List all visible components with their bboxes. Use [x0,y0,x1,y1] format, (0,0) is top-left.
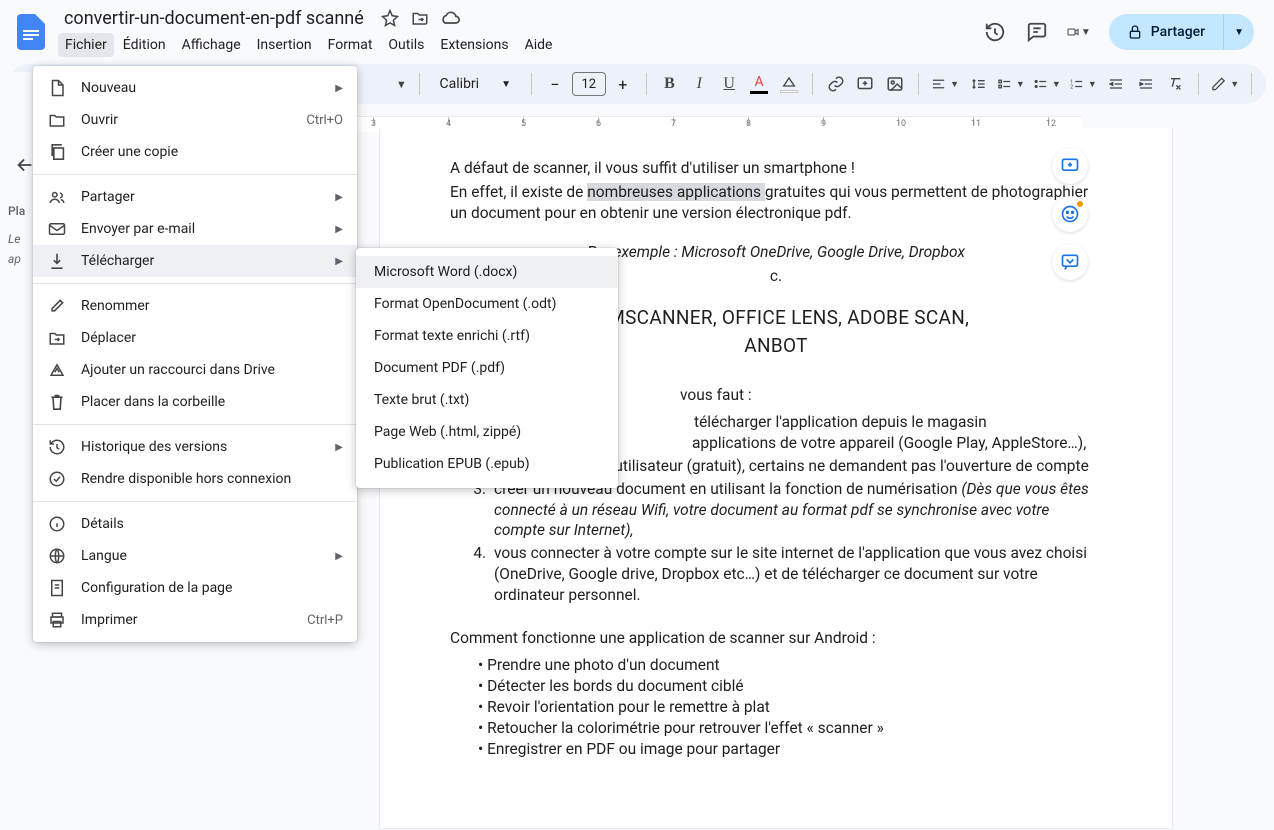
emoji-reaction-button[interactable] [1052,196,1088,232]
move-icon[interactable] [410,8,430,28]
info-icon [47,514,67,534]
file-language[interactable]: Langue▶ [33,540,357,572]
menu-extensions[interactable]: Extensions [433,33,515,57]
bold-icon[interactable]: B [659,70,681,98]
file-copy[interactable]: Créer une copie [33,136,357,168]
file-offline[interactable]: Rendre disponible hors connexion [33,463,357,495]
download-docx[interactable]: Microsoft Word (.docx) [356,256,618,288]
file-page-setup[interactable]: Configuration de la page [33,572,357,604]
meet-icon[interactable]: ▼ [1067,20,1091,44]
download-submenu: Microsoft Word (.docx) Format OpenDocume… [356,248,618,488]
add-comment-button[interactable] [1052,148,1088,184]
file-menu-dropdown: Nouveau▶ OuvrirCtrl+O Créer une copie Pa… [33,66,357,642]
heading-android[interactable]: Comment fonctionne une application de sc… [450,628,1102,649]
header-actions: ▼ Partager ▼ [983,14,1254,50]
people-icon [47,187,67,207]
download-txt[interactable]: Texte brut (.txt) [356,384,618,416]
mail-icon [47,219,67,239]
file-move[interactable]: Déplacer [33,322,357,354]
download-pdf[interactable]: Document PDF (.pdf) [356,352,618,384]
folder-move-icon [47,328,67,348]
file-icon [47,78,67,98]
svg-text:2: 2 [1070,84,1073,90]
menu-aide[interactable]: Aide [518,33,560,57]
folder-icon [47,110,67,130]
menu-format[interactable]: Format [321,33,380,57]
title-bar: convertir-un-document-en-pdf scanné Fich… [0,0,1274,64]
menu-edition[interactable]: Édition [116,33,173,57]
font-size-decrease[interactable]: − [544,73,566,95]
file-open[interactable]: OuvrirCtrl+O [33,104,357,136]
insert-link-icon[interactable] [825,70,847,98]
share-dropdown[interactable]: ▼ [1223,14,1254,50]
lock-icon [1127,24,1143,40]
para-2[interactable]: En effet, il existe de nombreuses applic… [450,182,1102,224]
history-small-icon [47,437,67,457]
page-setup-icon [47,578,67,598]
numbered-list-icon[interactable]: 12▼ [1069,70,1097,98]
insert-image-icon[interactable] [884,70,906,98]
download-rtf[interactable]: Format texte enrichi (.rtf) [356,320,618,352]
bullet-list[interactable]: Prendre une photo d'un document Détecter… [478,655,1102,760]
file-share[interactable]: Partager▶ [33,181,357,213]
file-versions[interactable]: Historique des versions▶ [33,431,357,463]
docs-logo-icon[interactable] [12,13,50,51]
file-new[interactable]: Nouveau▶ [33,72,357,104]
heading-need[interactable]: vous faut : [680,385,1102,406]
download-icon [47,251,67,271]
para-1[interactable]: A défaut de scanner, il vous suffit d'ut… [450,158,1102,179]
font-size-group: − 12 + [544,72,634,96]
offline-icon [47,469,67,489]
menu-fichier[interactable]: Fichier [58,33,114,57]
bullet-list-icon[interactable]: ▼ [1033,70,1061,98]
share-button[interactable]: Partager [1109,14,1223,50]
rename-icon [47,296,67,316]
share-label: Partager [1151,24,1205,40]
underline-icon[interactable]: U [718,70,740,98]
add-comment-icon[interactable] [854,70,876,98]
italic-icon[interactable]: I [688,70,710,98]
download-html[interactable]: Page Web (.html, zippé) [356,416,618,448]
suggest-edits-button[interactable] [1052,244,1088,280]
document-title[interactable]: convertir-un-document-en-pdf scanné [58,6,370,31]
clear-formatting-icon[interactable] [1165,70,1187,98]
font-size-increase[interactable]: + [612,73,634,95]
align-icon[interactable]: ▼ [931,70,959,98]
download-odt[interactable]: Format OpenDocument (.odt) [356,288,618,320]
print-icon [47,610,67,630]
trash-icon [47,392,67,412]
menu-insertion[interactable]: Insertion [250,33,319,57]
file-shortcut[interactable]: Ajouter un raccourci dans Drive [33,354,357,386]
file-details[interactable]: Détails [33,508,357,540]
comments-icon[interactable] [1025,20,1049,44]
star-icon[interactable] [380,8,400,28]
globe-icon [47,546,67,566]
file-download[interactable]: Télécharger▶ [33,245,357,277]
text-color-icon[interactable]: A [748,70,770,98]
indent-decrease-icon[interactable] [1105,70,1127,98]
file-email[interactable]: Envoyer par e-mail▶ [33,213,357,245]
file-trash[interactable]: Placer dans la corbeille [33,386,357,418]
file-print[interactable]: ImprimerCtrl+P [33,604,357,636]
font-size-input[interactable]: 12 [572,72,606,96]
history-icon[interactable] [983,20,1007,44]
download-epub[interactable]: Publication EPUB (.epub) [356,448,618,480]
menu-outils[interactable]: Outils [381,33,431,57]
checklist-icon[interactable]: ▼ [997,70,1025,98]
side-comment-tools [1052,148,1088,280]
cloud-status-icon[interactable] [440,8,460,28]
copy-icon [47,142,67,162]
indent-increase-icon[interactable] [1135,70,1157,98]
file-rename[interactable]: Renommer [33,290,357,322]
editing-mode-icon[interactable]: ▼ [1211,70,1239,98]
menu-bar: Fichier Édition Affichage Insertion Form… [58,32,975,58]
font-family-select[interactable]: Calibri▼ [432,76,519,92]
line-spacing-icon[interactable] [967,70,989,98]
highlight-color-icon[interactable] [778,70,800,98]
drive-shortcut-icon [47,360,67,380]
menu-affichage[interactable]: Affichage [175,33,248,57]
